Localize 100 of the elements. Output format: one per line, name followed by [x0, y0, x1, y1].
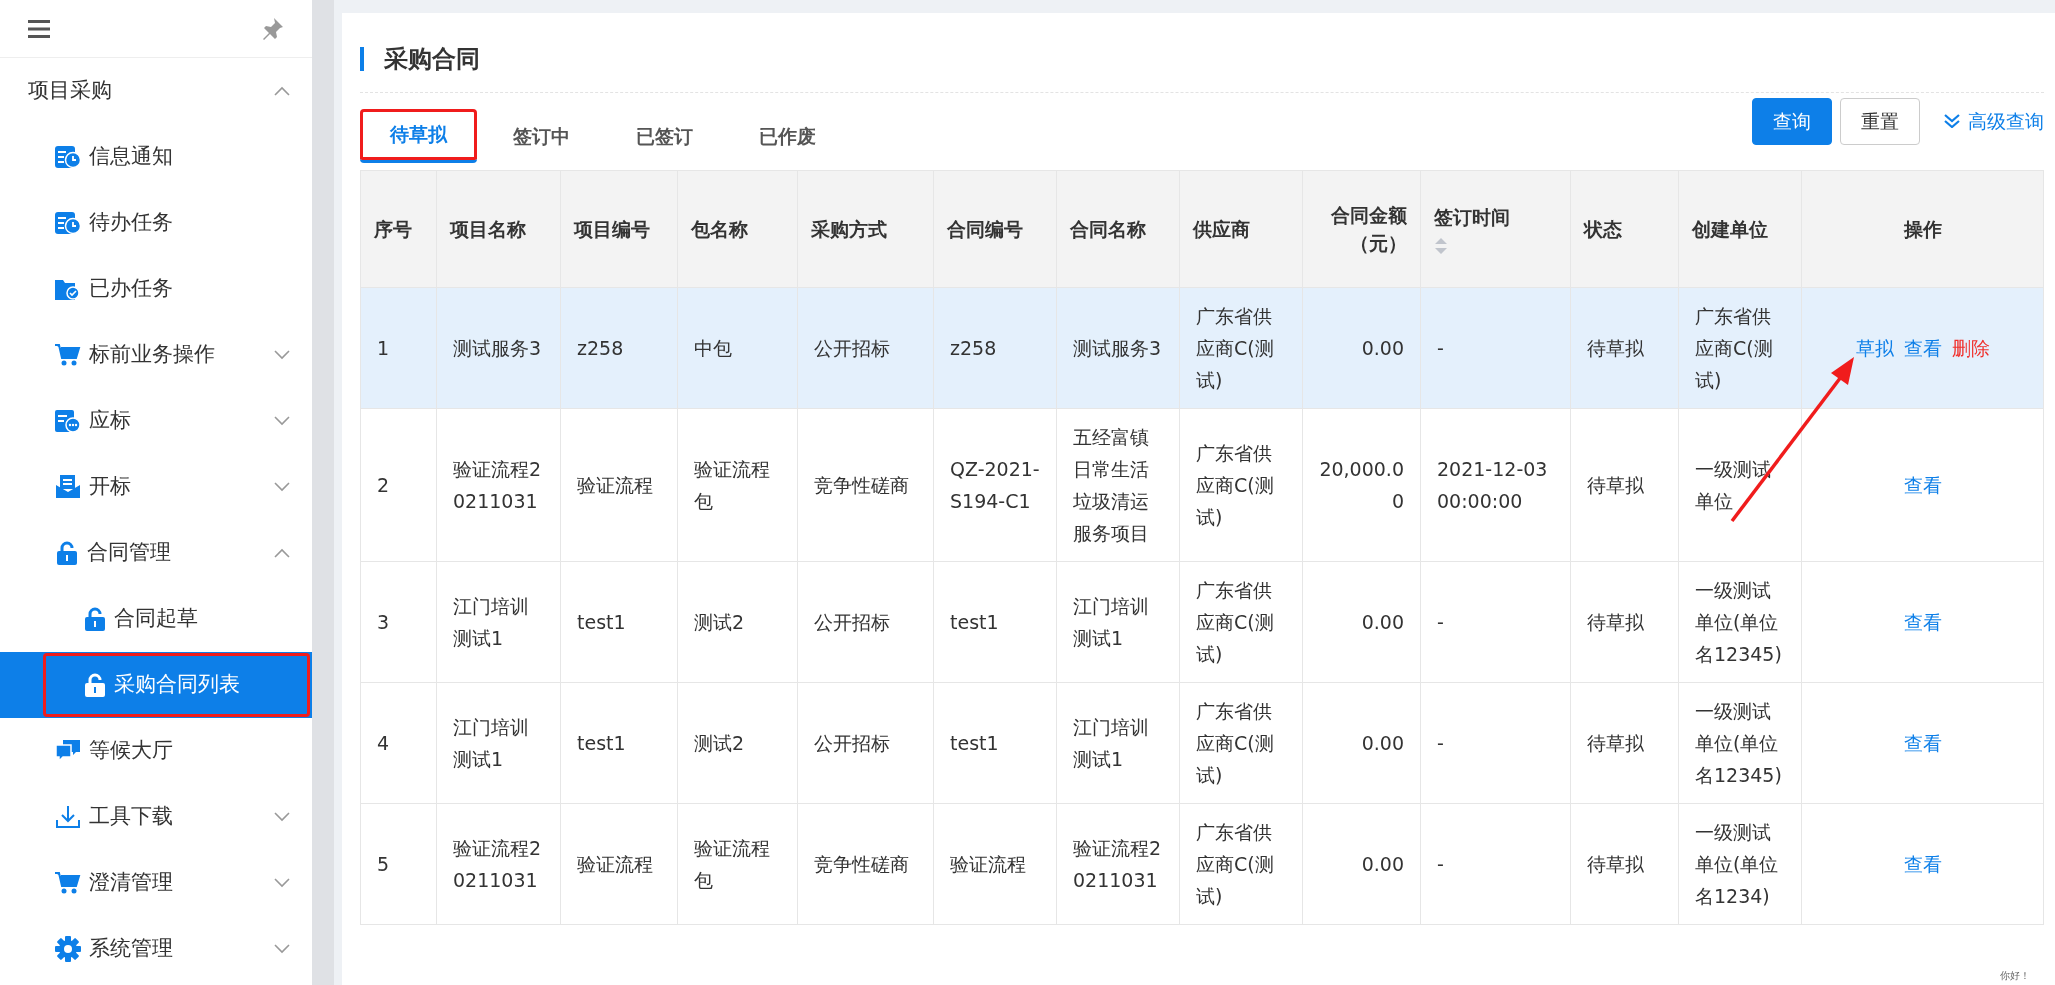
action-link[interactable]: 查看: [1903, 732, 1942, 754]
table-cell: 20,000.00: [1302, 408, 1421, 562]
table-cell: z258: [933, 287, 1057, 409]
table-cell: 验证流程20211031: [436, 408, 561, 562]
table-cell: -: [1420, 287, 1571, 409]
table-cell: 0.00: [1302, 682, 1421, 804]
sort-icon[interactable]: [1434, 237, 1448, 256]
table-cell: 验证流程20211031: [436, 803, 561, 925]
lock-icon: [84, 607, 106, 631]
search-button[interactable]: 查询: [1752, 98, 1832, 145]
sidebar-item[interactable]: 已办任务: [0, 256, 312, 322]
delete-link[interactable]: 删除: [1951, 337, 1990, 359]
double-chevron-down-icon: [1944, 114, 1960, 129]
page-title: 采购合同: [360, 47, 2044, 71]
table-cell: 广东省供应商C(测试): [1179, 561, 1303, 683]
action-link[interactable]: 查看: [1903, 853, 1942, 875]
table-cell: test1: [933, 682, 1057, 804]
tab[interactable]: 待草拟: [360, 109, 477, 163]
table-cell: 一级测试单位(单位名12345): [1678, 682, 1802, 804]
table-cell: 江门培训测试1: [436, 682, 561, 804]
action-link[interactable]: 查看: [1903, 611, 1942, 633]
table-cell: 江门培训测试1: [1056, 682, 1180, 804]
sidebar-item[interactable]: 待办任务: [0, 190, 312, 256]
column-header: 创建单位: [1678, 170, 1802, 288]
table-cell: test1: [560, 682, 678, 804]
tab[interactable]: 已作废: [729, 109, 846, 163]
list-clock-icon: [55, 145, 81, 169]
chevron-down-icon: [274, 944, 290, 954]
sidebar-item[interactable]: 系统管理: [0, 916, 312, 982]
greeting-note: 你好！: [2000, 969, 2030, 983]
sidebar-item[interactable]: 项目采购: [0, 58, 312, 124]
table-cell: test1: [933, 561, 1057, 683]
table-cell: 五经富镇日常生活垃圾清运服务项目: [1056, 408, 1180, 562]
table-cell: 待草拟: [1570, 803, 1679, 925]
column-header: 供应商: [1179, 170, 1303, 288]
table-cell: -: [1420, 561, 1571, 683]
table-cell: 公开招标: [797, 561, 934, 683]
column-header: 合同金额（元）: [1302, 170, 1421, 288]
table-cell: 0.00: [1302, 287, 1421, 409]
column-header: 合同编号: [933, 170, 1057, 288]
table-cell: 竞争性磋商: [797, 408, 934, 562]
column-header: 状态: [1570, 170, 1679, 288]
document-dots-icon: [55, 409, 81, 433]
sidebar-item[interactable]: 应标: [0, 388, 312, 454]
sidebar-item[interactable]: 信息通知: [0, 124, 312, 190]
column-header: 采购方式: [797, 170, 934, 288]
table-cell: 广东省供应商C(测试): [1179, 682, 1303, 804]
table-cell: 江门培训测试1: [1056, 561, 1180, 683]
table-cell: 测试服务3: [1056, 287, 1180, 409]
sidebar-scrollbar[interactable]: [312, 0, 334, 985]
table-cell: 一级测试单位: [1678, 408, 1802, 562]
envelope-document-icon: [55, 475, 81, 499]
table-cell: 广东省供应商C(测试): [1179, 287, 1303, 409]
table-cell: 验证流程: [560, 408, 678, 562]
chevron-down-icon: [274, 350, 290, 360]
sidebar-item[interactable]: 合同管理: [0, 520, 312, 586]
table-cell: 广东省供应商C(测试): [1179, 803, 1303, 925]
table-cell: 1: [360, 287, 437, 409]
table-cell: 2021-12-03 00:00:00: [1420, 408, 1571, 562]
table-cell: 待草拟: [1570, 561, 1679, 683]
table-cell: 0.00: [1302, 561, 1421, 683]
reset-button[interactable]: 重置: [1840, 98, 1920, 145]
sidebar-item[interactable]: 澄清管理: [0, 850, 312, 916]
table-cell: 一级测试单位(单位名1234): [1678, 803, 1802, 925]
sidebar-item[interactable]: 开标: [0, 454, 312, 520]
table-cell: 验证流程: [560, 803, 678, 925]
sidebar-item[interactable]: 合同起草: [0, 586, 312, 652]
menu-icon[interactable]: [28, 19, 50, 38]
table-cell: 测试服务3: [436, 287, 561, 409]
column-header: 操作: [1801, 170, 2044, 288]
sidebar-item[interactable]: 采购合同列表: [0, 652, 312, 718]
table-cell: 江门培训测试1: [436, 561, 561, 683]
column-header[interactable]: 签订时间: [1420, 170, 1571, 288]
table-cell: 3: [360, 561, 437, 683]
table-cell: 公开招标: [797, 682, 934, 804]
table-cell: 5: [360, 803, 437, 925]
table-cell: 广东省供应商C(测试): [1678, 287, 1802, 409]
table-cell: -: [1420, 803, 1571, 925]
column-header: 项目编号: [560, 170, 678, 288]
table-cell: 中包: [677, 287, 798, 409]
sidebar-item[interactable]: 标前业务操作: [0, 322, 312, 388]
action-link[interactable]: 草拟: [1855, 337, 1894, 359]
chevron-up-icon: [274, 86, 290, 96]
tab[interactable]: 签订中: [483, 109, 600, 163]
sidebar-item[interactable]: 工具下载: [0, 784, 312, 850]
settings-icon: [55, 936, 81, 962]
table-cell: 验证流程包: [677, 408, 798, 562]
action-link[interactable]: 查看: [1903, 474, 1942, 496]
chevron-down-icon: [274, 416, 290, 426]
table-cell: 验证流程20211031: [1056, 803, 1180, 925]
cart-icon: [55, 343, 81, 367]
table-cell: 待草拟: [1570, 287, 1679, 409]
advanced-search-link[interactable]: 高级查询: [1944, 107, 2044, 136]
sidebar-item[interactable]: 等候大厅: [0, 718, 312, 784]
table-cell: 公开招标: [797, 287, 934, 409]
tab[interactable]: 已签订: [606, 109, 723, 163]
table-cell: -: [1420, 682, 1571, 804]
table-cell: 验证流程: [933, 803, 1057, 925]
table-cell: 4: [360, 682, 437, 804]
column-header: 序号: [360, 170, 437, 288]
